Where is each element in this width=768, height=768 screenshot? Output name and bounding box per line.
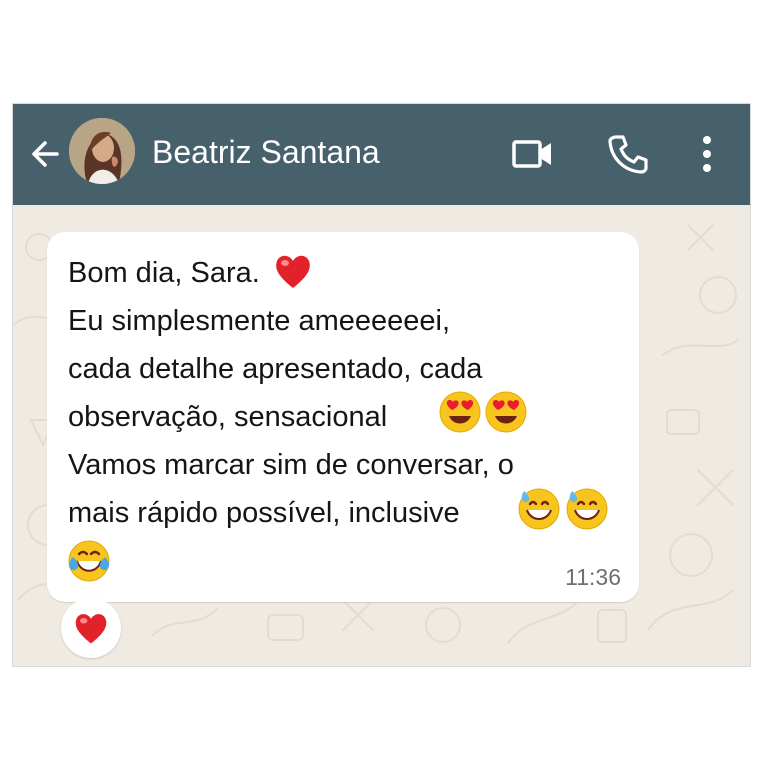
tears-of-joy-emoji-icon: [68, 540, 110, 582]
heart-eyes-emoji-icon: [439, 391, 481, 433]
contact-name[interactable]: Beatriz Santana: [152, 132, 380, 172]
more-vertical-icon[interactable]: [691, 130, 723, 178]
chat-area[interactable]: Bom dia, Sara. Eu simplesmente ameeeeeei…: [13, 205, 750, 666]
message-bubble[interactable]: Bom dia, Sara. Eu simplesmente ameeeeeei…: [47, 232, 639, 602]
profile-photo-icon: [69, 118, 135, 184]
message-line-1: Bom dia, Sara.: [68, 257, 260, 289]
chat-window: Beatriz Santana Bom dia, Sara. Eu simple…: [13, 104, 750, 666]
message-line-2: Eu simplesmente ameeeeeei,: [68, 305, 451, 337]
arrow-left-icon[interactable]: [27, 134, 63, 174]
message-reaction[interactable]: [61, 598, 121, 658]
message-line-3: cada detalhe apresentado, cada: [68, 353, 483, 385]
grinning-sweat-emoji-icon: [566, 488, 608, 530]
red-heart-emoji-icon: [276, 255, 310, 288]
video-camera-icon[interactable]: [511, 132, 555, 176]
message-line-5: Vamos marcar sim de conversar, o: [68, 449, 514, 481]
message-line-4: observação, sensacional: [68, 401, 388, 433]
heart-eyes-emoji-icon: [485, 391, 527, 433]
phone-icon[interactable]: [606, 132, 650, 176]
avatar[interactable]: [69, 118, 135, 184]
chat-header: Beatriz Santana: [13, 104, 750, 205]
message-timestamp: 11:36: [565, 564, 621, 590]
message-line-6: mais rápido possível, inclusive: [68, 497, 460, 529]
red-heart-icon: [75, 614, 107, 644]
grinning-sweat-emoji-icon: [518, 488, 560, 530]
